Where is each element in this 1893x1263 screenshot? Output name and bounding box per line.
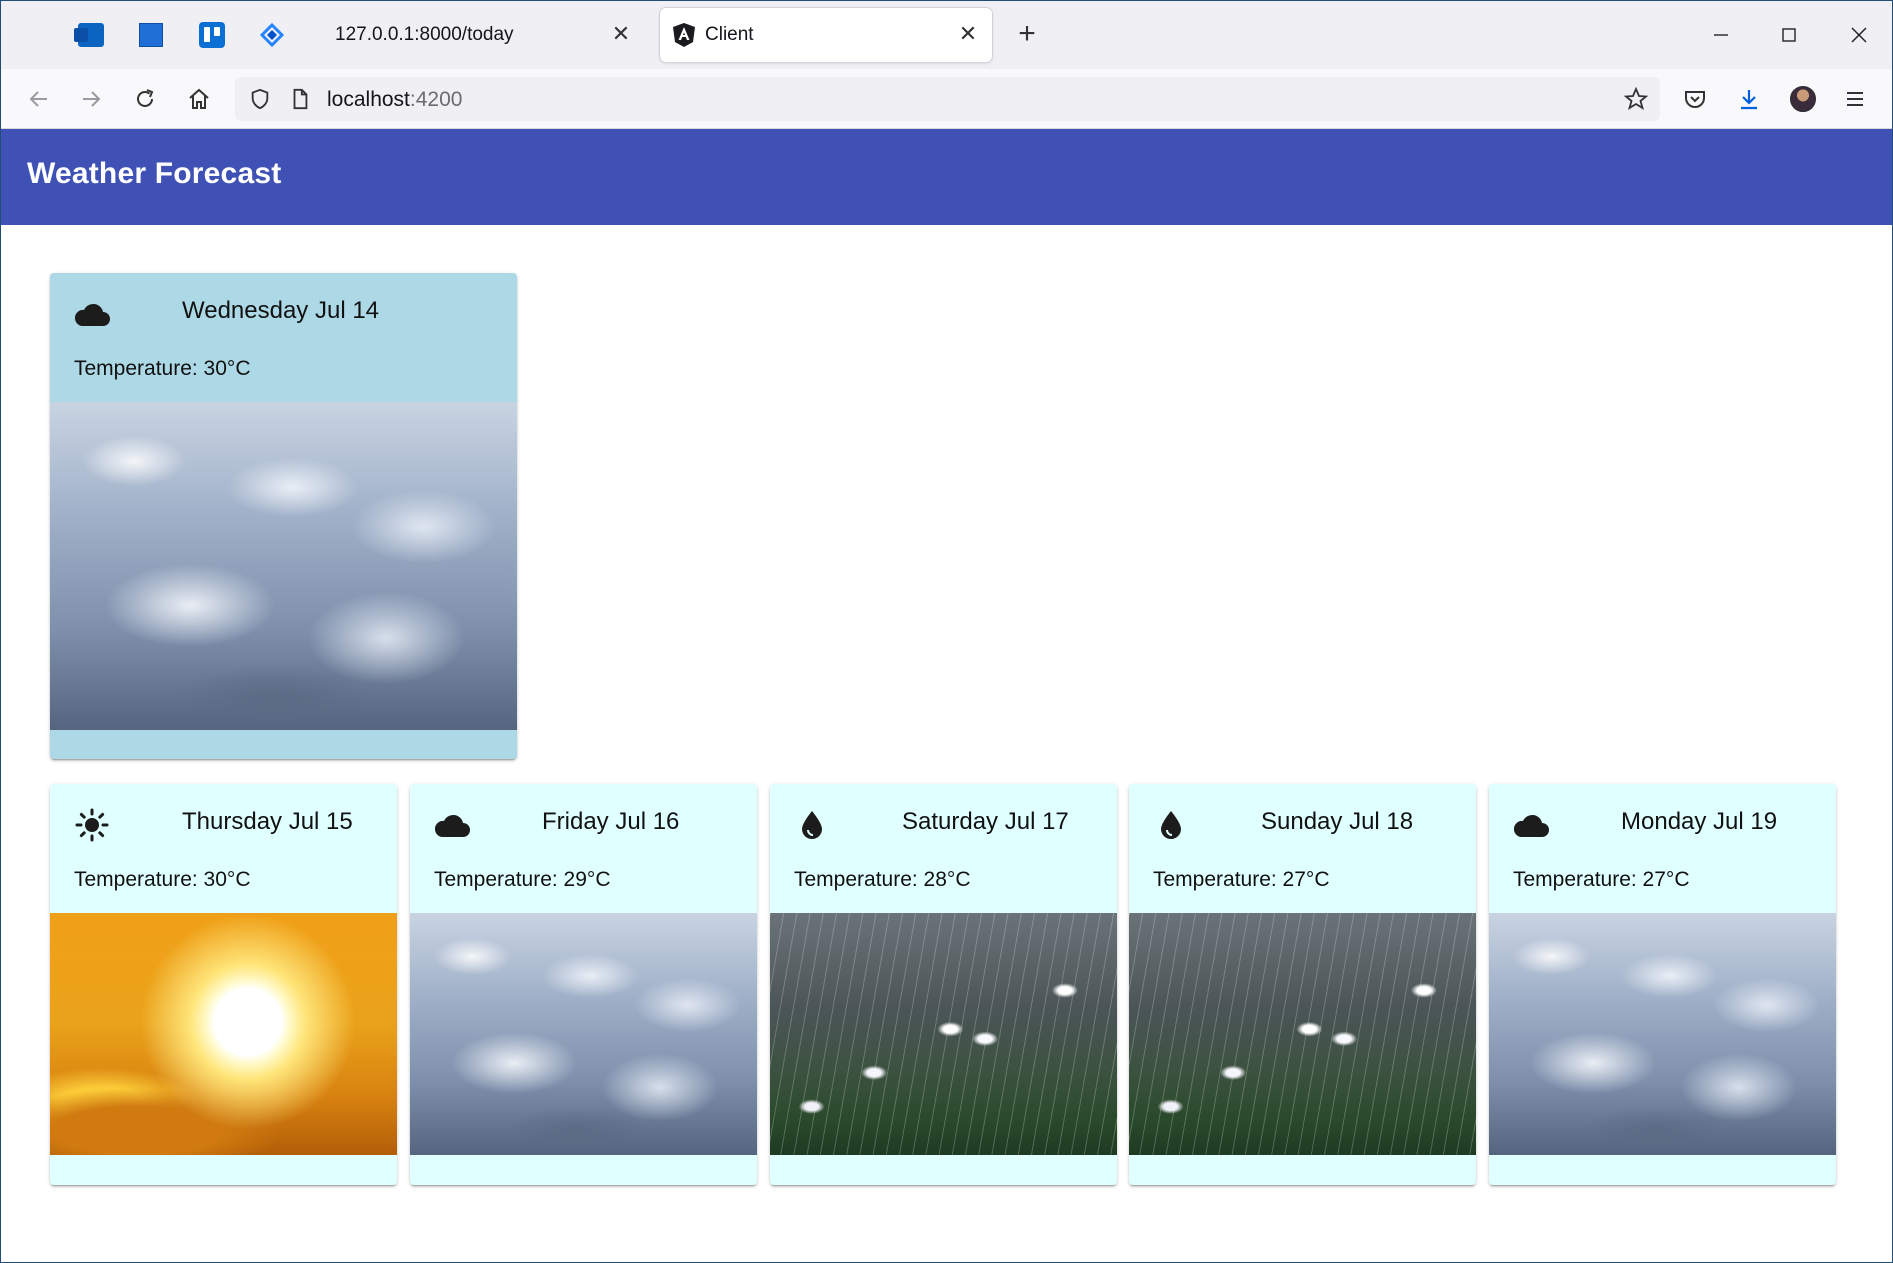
star-icon[interactable] — [1624, 87, 1648, 111]
cloud-icon — [74, 303, 110, 326]
shield-icon[interactable] — [249, 88, 271, 110]
raindrop-icon — [802, 811, 822, 839]
card-date: Monday Jul 19 — [1621, 808, 1778, 835]
menu-button[interactable] — [1839, 83, 1871, 115]
pinned-tab-outlook[interactable] — [74, 19, 107, 51]
forward-button[interactable] — [75, 83, 107, 115]
app-toolbar: Weather Forecast — [1, 129, 1892, 225]
weather-icon — [433, 808, 471, 842]
avatar — [1790, 86, 1816, 112]
card-temperature: Temperature: 27°C — [1513, 868, 1690, 891]
close-icon — [1851, 27, 1867, 43]
cloud-icon — [434, 814, 470, 837]
cloud-icon — [1513, 814, 1549, 837]
new-tab-button[interactable]: + — [1011, 19, 1043, 51]
close-icon[interactable]: ✕ — [609, 22, 633, 46]
trello-icon — [199, 22, 225, 48]
download-icon — [1741, 90, 1757, 110]
minimize-icon — [1714, 34, 1728, 36]
pinned-tab-jira[interactable] — [256, 19, 288, 51]
maximize-button[interactable] — [1771, 19, 1807, 51]
tab-title: 127.0.0.1:8000/today — [335, 24, 514, 45]
navigation-bar: localhost:4200 — [1, 69, 1892, 129]
reload-button[interactable] — [129, 83, 161, 115]
weather-image-clouds — [1489, 913, 1836, 1155]
card-temperature: Temperature: 27°C — [1153, 868, 1330, 891]
angular-icon — [673, 23, 695, 47]
weather-icon — [73, 808, 111, 842]
hamburger-menu-icon — [1847, 92, 1863, 106]
url-text[interactable]: localhost:4200 — [327, 88, 462, 112]
today-weather-card: Wednesday Jul 14 Temperature: 30°C — [50, 273, 517, 759]
raindrop-icon — [1161, 811, 1181, 839]
pocket-icon — [1685, 91, 1705, 108]
forecast-card: Friday Jul 16 Temperature: 29°C — [410, 784, 757, 1185]
weather-icon — [73, 297, 111, 331]
card-date: Sunday Jul 18 — [1261, 808, 1414, 835]
weather-image-clouds — [50, 402, 517, 730]
page-title: Weather Forecast — [27, 157, 282, 190]
weather-icon — [1152, 808, 1190, 842]
card-date: Wednesday Jul 14 — [182, 297, 380, 324]
home-icon — [189, 88, 209, 109]
tab-today[interactable]: 127.0.0.1:8000/today ✕ — [323, 8, 645, 62]
address-bar[interactable]: localhost:4200 — [235, 77, 1660, 121]
card-temperature: Temperature: 30°C — [74, 357, 251, 380]
card-date: Saturday Jul 17 — [902, 808, 1069, 835]
jira-icon — [260, 23, 284, 47]
arrow-left-icon — [29, 91, 47, 107]
pocket-button[interactable] — [1679, 83, 1711, 115]
card-date: Thursday Jul 15 — [182, 808, 353, 835]
card-date: Friday Jul 16 — [542, 808, 680, 835]
pinned-tab-todo[interactable] — [135, 19, 167, 51]
forecast-card: Sunday Jul 18 Temperature: 27°C — [1129, 784, 1476, 1185]
outlook-icon — [74, 23, 104, 47]
weather-icon — [1512, 808, 1550, 842]
minimize-button[interactable] — [1703, 19, 1739, 51]
tab-title: Client — [705, 24, 754, 45]
card-temperature: Temperature: 30°C — [74, 868, 251, 891]
forecast-card: Monday Jul 19 Temperature: 27°C — [1489, 784, 1836, 1185]
weather-image-sun — [50, 913, 397, 1155]
todo-icon — [139, 23, 163, 47]
maximize-icon — [1782, 28, 1796, 42]
weather-image-rain — [770, 913, 1117, 1155]
arrow-right-icon — [83, 91, 101, 107]
forecast-card: Thursday Jul 15 Temperature: 30°C — [50, 784, 397, 1185]
card-temperature: Temperature: 28°C — [794, 868, 971, 891]
browser-window: 127.0.0.1:8000/today ✕ Client ✕ + localh… — [0, 0, 1893, 1263]
weather-image-clouds — [410, 913, 757, 1155]
card-temperature: Temperature: 29°C — [434, 868, 611, 891]
tab-strip: 127.0.0.1:8000/today ✕ Client ✕ + — [1, 1, 1892, 69]
close-icon[interactable]: ✕ — [956, 22, 980, 46]
back-button[interactable] — [23, 83, 55, 115]
reload-icon — [137, 89, 154, 107]
downloads-button[interactable] — [1733, 83, 1765, 115]
forecast-card: Saturday Jul 17 Temperature: 28°C — [770, 784, 1117, 1185]
pinned-tab-trello[interactable] — [196, 19, 228, 51]
window-close-button[interactable] — [1841, 19, 1877, 51]
sun-icon — [75, 808, 109, 842]
url-port: :4200 — [409, 88, 463, 111]
home-button[interactable] — [183, 83, 215, 115]
page-icon[interactable] — [289, 88, 311, 110]
weather-image-rain — [1129, 913, 1476, 1155]
tab-client[interactable]: Client ✕ — [660, 8, 992, 62]
url-host: localhost — [327, 88, 410, 111]
account-button[interactable] — [1787, 83, 1819, 115]
weather-icon — [793, 808, 831, 842]
